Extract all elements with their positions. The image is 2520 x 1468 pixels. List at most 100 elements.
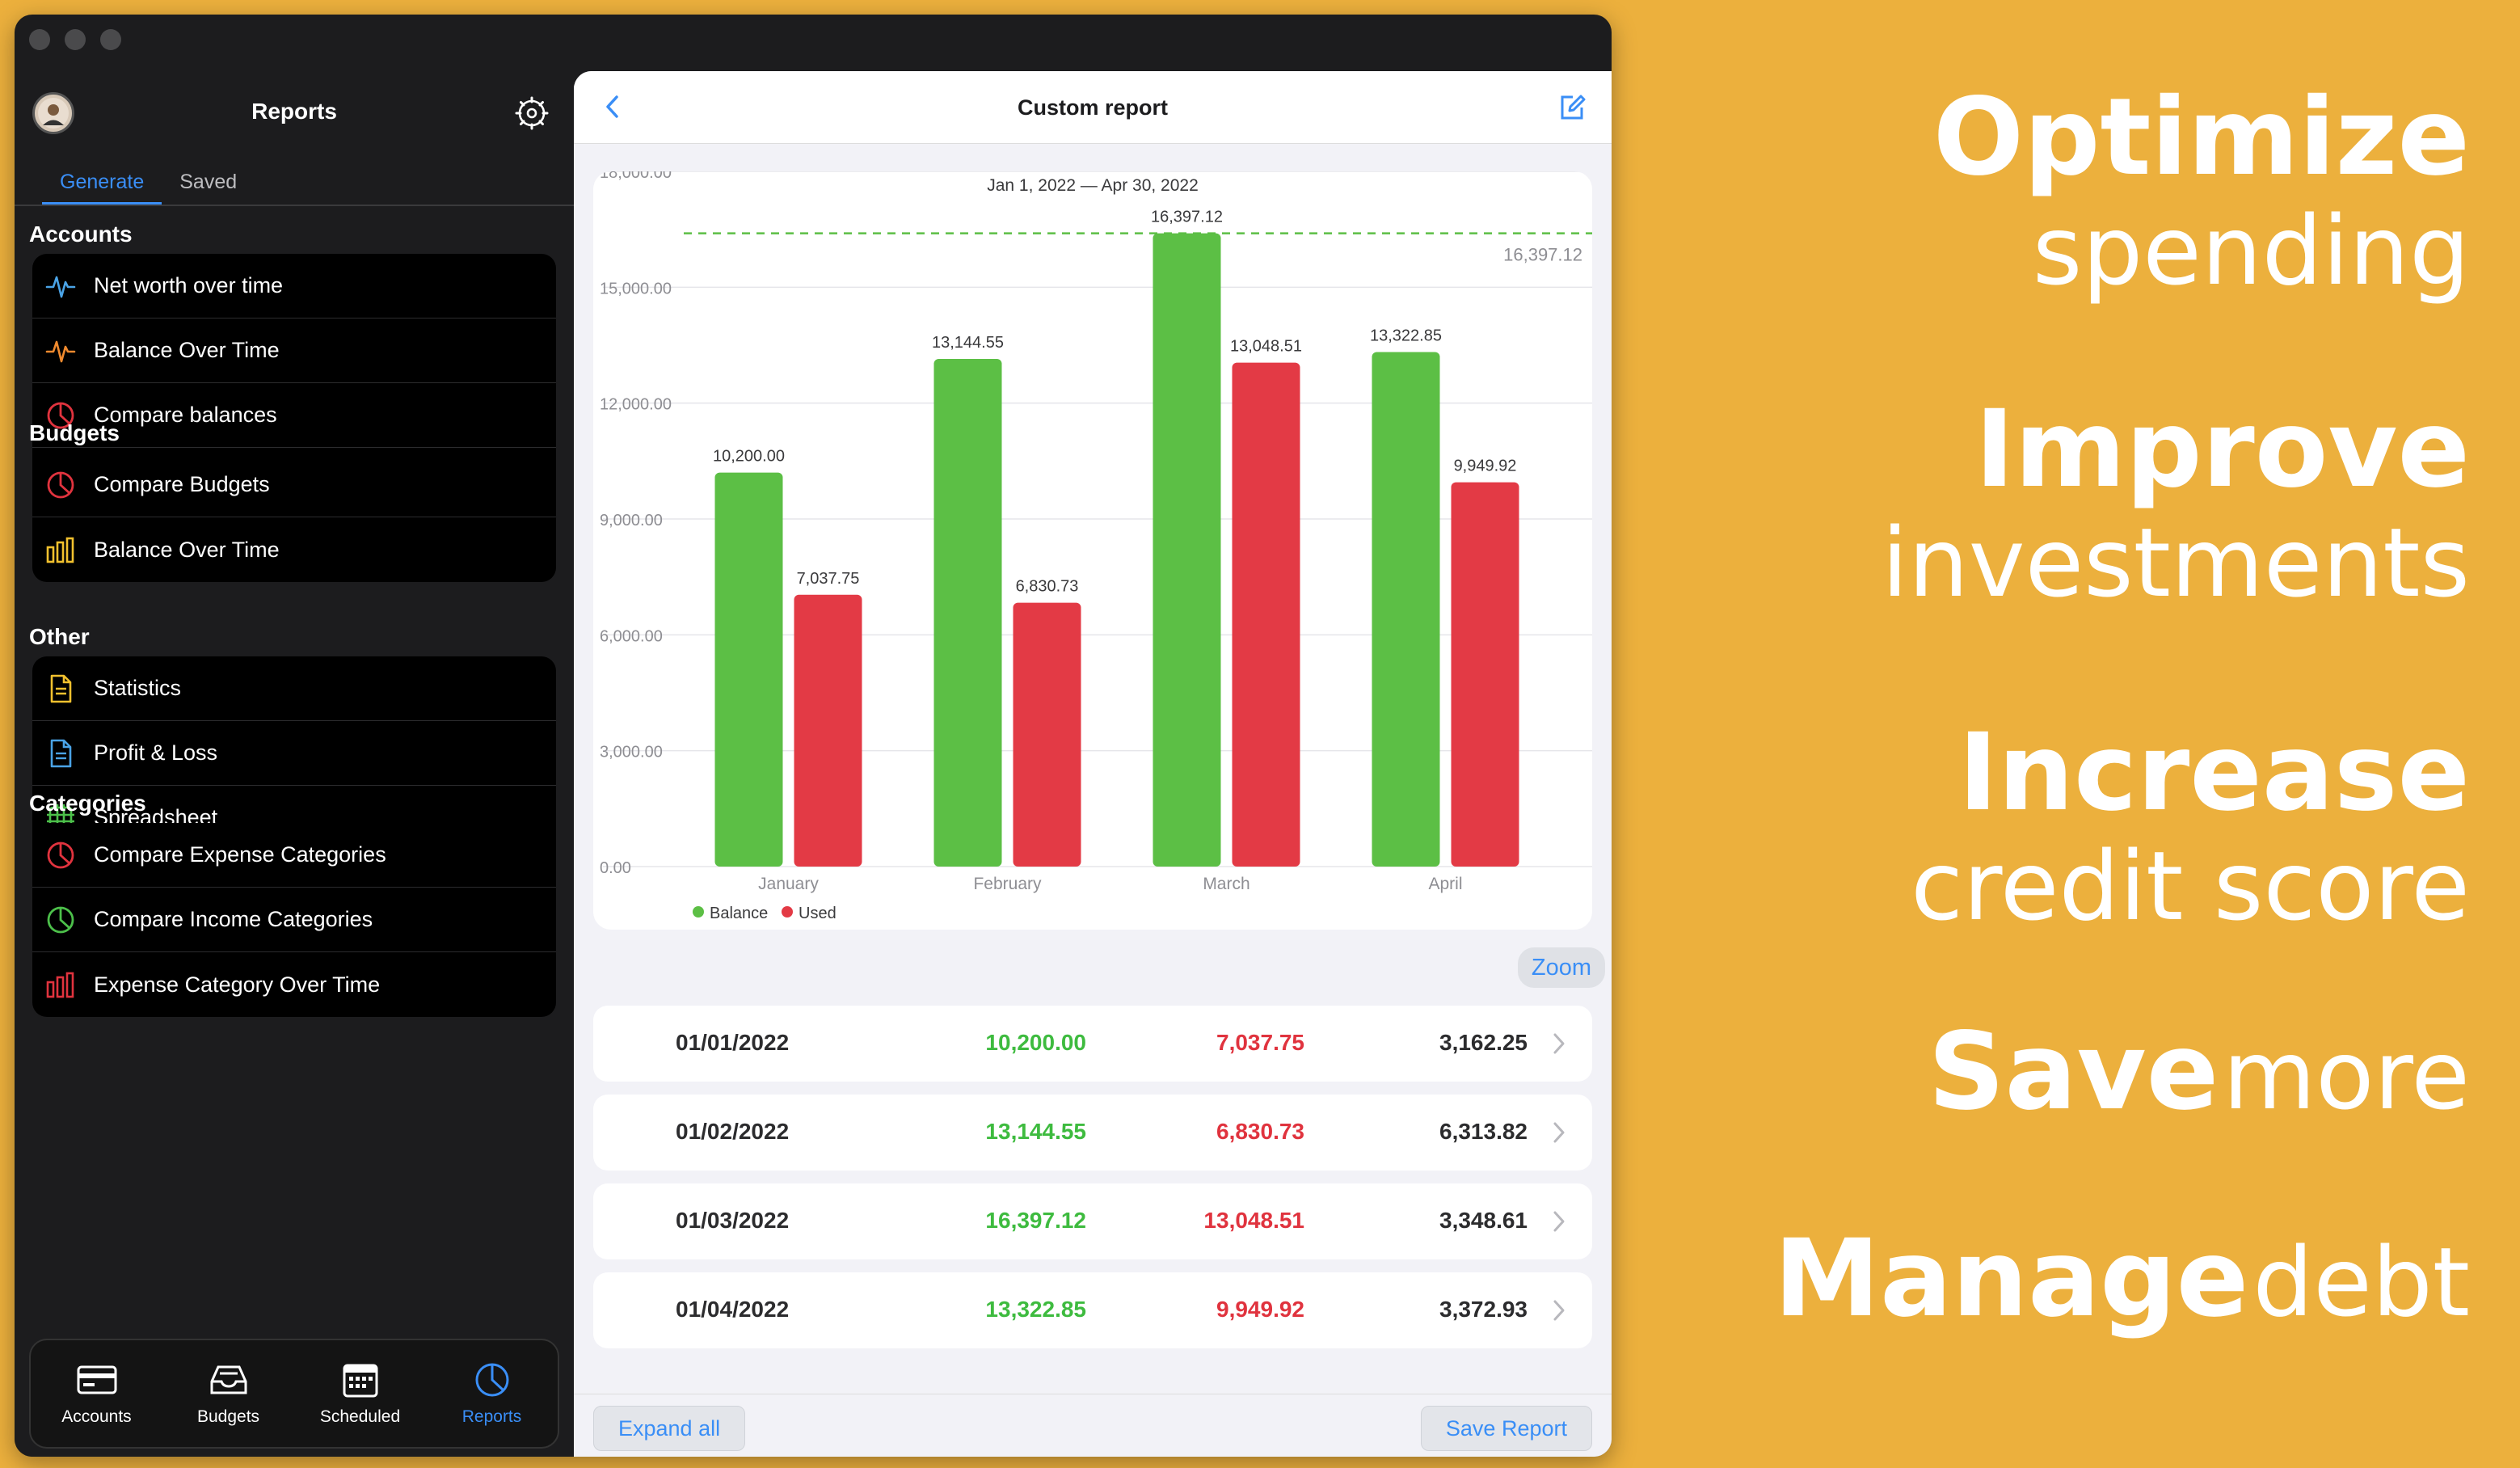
sidebar-item-expense-category-over-time[interactable]: Expense Category Over Time	[32, 952, 556, 1017]
page-title: Custom report	[1017, 95, 1168, 120]
sidebar-item-label: Compare Income Categories	[94, 907, 373, 931]
row-balance: 10,200.00	[985, 1030, 1086, 1055]
report-segmented-control: Generate Saved	[42, 167, 255, 205]
tab-scheduled-label: Scheduled	[319, 1407, 401, 1426]
calendar-icon	[343, 1364, 377, 1398]
report-detail: Custom report 0.00 3,000.00 6,000.00 9,000.…	[574, 71, 1612, 1457]
tab-scheduled[interactable]: Scheduled	[300, 1360, 421, 1427]
app-window: Reports Generate Saved Accounts Net worth…	[15, 15, 1612, 1457]
promo-bold: Optimize	[1932, 75, 2470, 200]
tab-accounts-label: Accounts	[61, 1407, 132, 1426]
sidebar: Reports Generate Saved Accounts Net worth…	[15, 71, 574, 1457]
row-date: 01/02/2022	[676, 1119, 790, 1144]
promo-light: debt	[2252, 1226, 2470, 1338]
minimize-window-button[interactable]	[65, 29, 86, 50]
section-header-budgets: Budgets	[29, 420, 120, 445]
promo-bold: Increase	[1957, 711, 2470, 835]
promo-bold: Manage	[1773, 1217, 2249, 1341]
chevron-right-icon	[1553, 1211, 1565, 1232]
sidebar-item-net-worth-over-time[interactable]: Net worth over time	[32, 254, 556, 318]
bottom-toolbar: Expand all Save Report	[574, 1394, 1612, 1457]
table-row[interactable]: 01/04/2022 13,322.85 9,949.92 3,372.93	[593, 1272, 1592, 1348]
sidebar-item-statistics[interactable]: Statistics	[32, 656, 556, 721]
sidebar-item-label: Profit & Loss	[94, 740, 218, 765]
y-tick-label: 12,000.00	[600, 396, 672, 414]
x-tick-label: April	[1428, 875, 1462, 893]
gear-icon[interactable]	[514, 95, 550, 131]
bar-used	[794, 594, 862, 867]
tab-accounts[interactable]: Accounts	[36, 1360, 158, 1427]
bar-balance	[1372, 352, 1440, 867]
data-label: 13,144.55	[932, 334, 1004, 352]
report-group-categories: Compare Expense Categories Compare Income…	[32, 823, 556, 1017]
sidebar-item-label: Balance Over Time	[94, 537, 280, 562]
promo-bold: Save	[1928, 1010, 2219, 1134]
card-icon	[77, 1365, 116, 1394]
bar-used	[1451, 482, 1519, 867]
sidebar-item-balance-over-time[interactable]: Balance Over Time	[32, 318, 556, 383]
bar-chart: 0.00 3,000.00 6,000.00 9,000.00 12,000.00 15,…	[600, 171, 1592, 922]
promo-light: spending	[2032, 195, 2470, 306]
tab-reports[interactable]: Reports	[432, 1360, 553, 1427]
tab-bar: Accounts Budgets Scheduled Reports	[29, 1339, 559, 1449]
document-icon	[45, 738, 76, 769]
tab-saved[interactable]: Saved	[162, 167, 255, 205]
section-header-other: Other	[29, 624, 90, 649]
row-difference: 3,348.61	[1439, 1208, 1528, 1233]
sidebar-item-profit-loss[interactable]: Profit & Loss	[32, 721, 556, 786]
x-tick-label: February	[973, 875, 1042, 893]
data-label: 6,830.73	[1016, 578, 1079, 596]
data-label: 7,037.75	[797, 570, 860, 588]
expand-all-button[interactable]: Expand all	[593, 1406, 746, 1451]
row-used: 13,048.51	[1203, 1208, 1304, 1233]
bars-icon	[45, 969, 76, 1000]
pie-chart-icon	[475, 1363, 508, 1397]
table-row[interactable]: 01/02/2022 13,144.55 6,830.73 6,313.82	[593, 1095, 1592, 1171]
sidebar-item-label: Expense Category Over Time	[94, 972, 381, 997]
chart-title: Jan 1, 2022 — Apr 30, 2022	[987, 176, 1199, 195]
legend-marker	[693, 906, 704, 918]
promo-light: more	[2223, 1019, 2470, 1131]
legend-entry: Used	[799, 905, 836, 922]
data-label: 10,200.00	[713, 448, 785, 466]
zoom-window-button[interactable]	[100, 29, 121, 50]
section-header-categories: Categories	[29, 791, 146, 816]
zoom-button[interactable]: Zoom	[1518, 947, 1605, 988]
tab-budgets[interactable]: Budgets	[168, 1360, 289, 1427]
pie-icon	[45, 470, 76, 500]
tab-generate[interactable]: Generate	[42, 167, 162, 205]
promo-increase: Increase credit score	[1911, 716, 2470, 943]
table-row[interactable]: 01/01/2022 10,200.00 7,037.75 3,162.25	[593, 1006, 1592, 1082]
promo-light: investments	[1882, 507, 2470, 618]
y-tick-label: 15,000.00	[600, 280, 672, 297]
sidebar-item-label: Compare Budgets	[94, 472, 270, 496]
data-label: 16,397.12	[1151, 209, 1223, 226]
promo-save: Save more	[1928, 1015, 2470, 1132]
edit-icon[interactable]	[1555, 89, 1587, 124]
promo-optimize: Optimize spending	[1933, 81, 2470, 307]
report-group-budgets: Compare Budgets Balance Over Time	[32, 453, 556, 582]
chevron-right-icon	[1553, 1033, 1565, 1054]
close-window-button[interactable]	[29, 29, 50, 50]
sidebar-header: Reports	[15, 71, 574, 152]
table-row[interactable]: 01/03/2022 16,397.12 13,048.51 3,348.61	[593, 1183, 1592, 1259]
title-bar	[15, 15, 1612, 71]
data-label: 13,048.51	[1230, 338, 1302, 356]
section-header-accounts: Accounts	[29, 221, 133, 247]
chart-card: 0.00 3,000.00 6,000.00 9,000.00 12,000.00 15,…	[593, 171, 1592, 930]
sidebar-item-compare-income-categories[interactable]: Compare Income Categories	[32, 888, 556, 952]
y-tick-label: 9,000.00	[600, 512, 663, 529]
document-icon	[45, 673, 76, 704]
y-tick-label: 18,000.00	[600, 171, 672, 182]
save-report-button[interactable]: Save Report	[1420, 1406, 1592, 1451]
sidebar-item-balance-over-time[interactable]: Balance Over Time	[32, 517, 556, 582]
promo-light: credit score	[1911, 830, 2470, 942]
y-tick-label: 0.00	[600, 859, 631, 877]
bar-used	[1232, 362, 1300, 867]
legend-marker	[782, 906, 793, 918]
sidebar-title: Reports	[251, 99, 337, 124]
data-label: 9,949.92	[1454, 458, 1517, 475]
sidebar-item-label: Statistics	[94, 676, 182, 700]
sidebar-item-compare-expense-categories[interactable]: Compare Expense Categories	[32, 823, 556, 888]
sidebar-item-compare-budgets[interactable]: Compare Budgets	[32, 453, 556, 517]
